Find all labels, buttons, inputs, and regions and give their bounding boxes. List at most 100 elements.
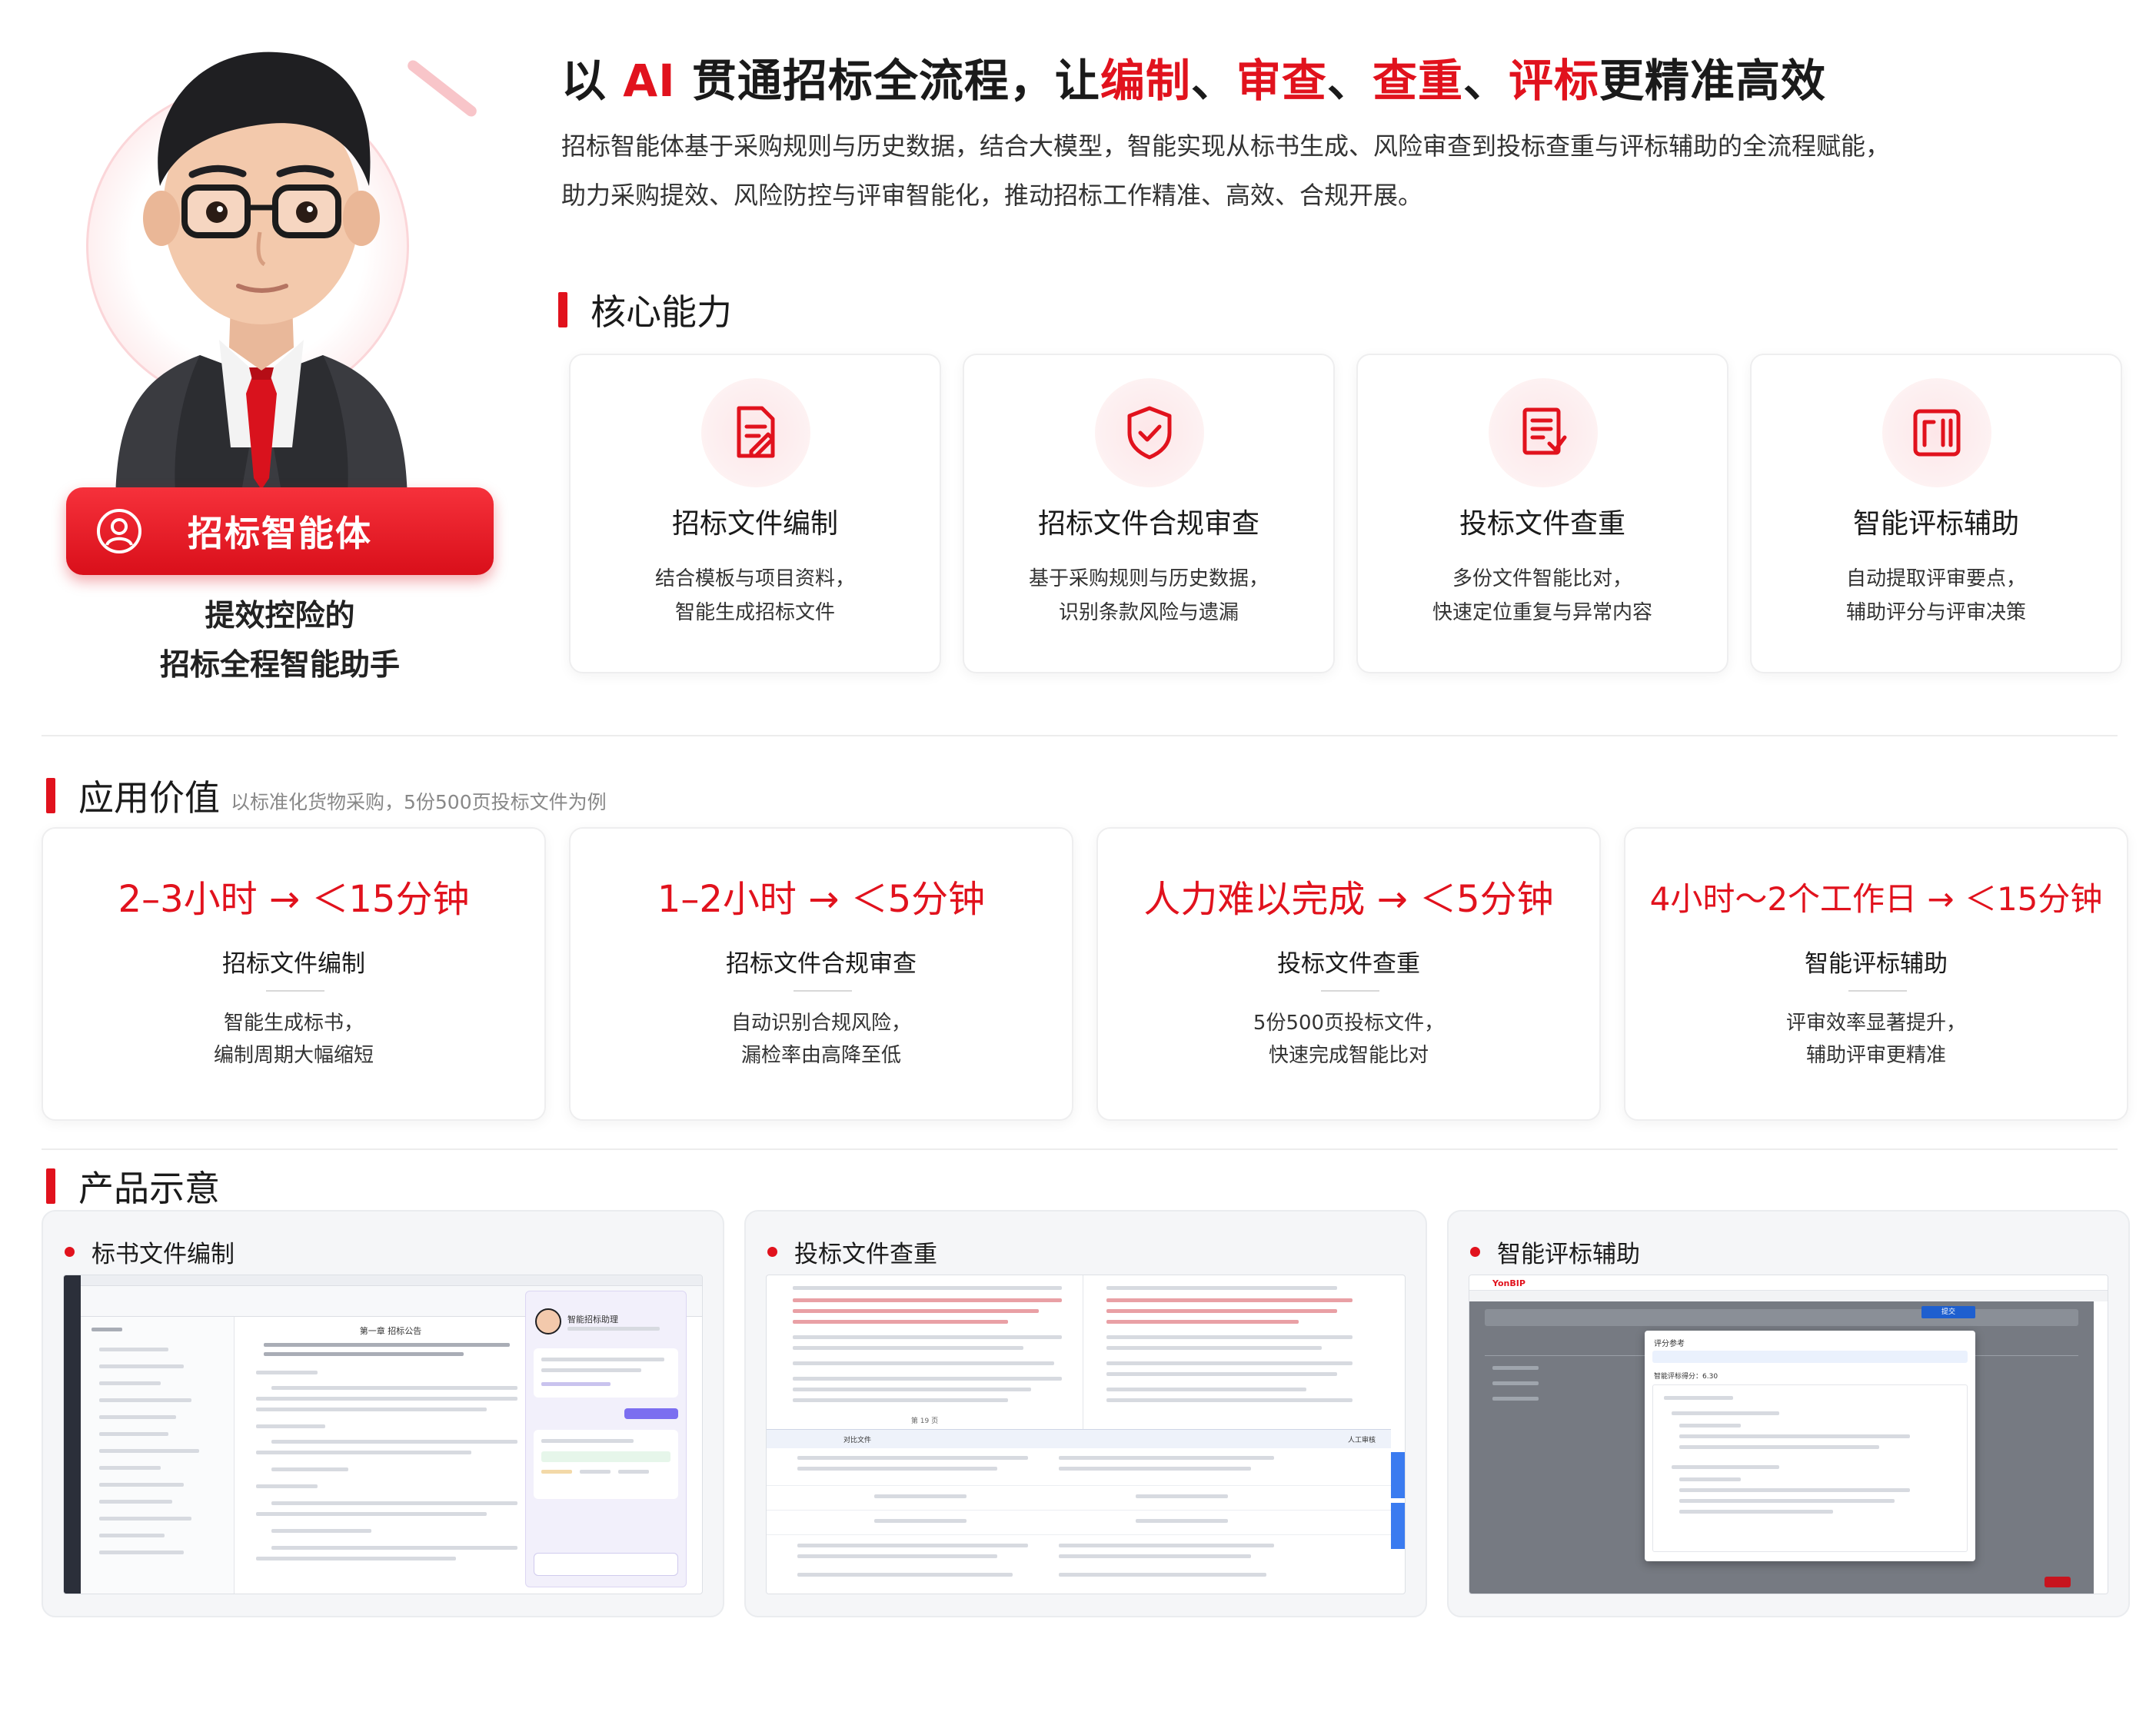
product-card-header: 标书文件编制 xyxy=(65,1235,235,1269)
capability-desc: 多份文件智能比对， xyxy=(1452,567,1632,590)
assistant-result xyxy=(534,1430,678,1499)
core-section-header: 核心能力 xyxy=(558,284,732,335)
agent-badge-label: 招标智能体 xyxy=(188,513,372,554)
doc-heading: 第一章 招标公告 xyxy=(359,1326,422,1336)
value-card-evaluation: 4小时～2个工作日 → ＜15分钟 智能评标辅助 评审效率显著提升， 辅助评审更… xyxy=(1624,827,2128,1121)
value-section-title: 应用价值 xyxy=(78,777,220,819)
right-rail xyxy=(2094,1301,2108,1594)
value-rule xyxy=(794,990,852,992)
app-header: YonBIP xyxy=(1469,1275,2108,1291)
assistant-panel: 智能招标助理 xyxy=(525,1291,687,1587)
value-name: 投标文件查重 xyxy=(1277,950,1420,978)
capability-desc: 快速定位重复与异常内容 xyxy=(1432,601,1652,624)
hero-title-seg: 查重 xyxy=(1372,55,1463,107)
value-desc: 自动识别合规风险， xyxy=(730,1012,911,1035)
value-card-duplicate-check: 人力难以完成 → ＜5分钟 投标文件查重 5份500页投标文件， 快速完成智能比… xyxy=(1096,827,1601,1121)
value-name: 智能评标辅助 xyxy=(1805,950,1948,978)
value-desc: 5份500页投标文件， xyxy=(1253,1012,1445,1035)
table-header-right: 人工审核 xyxy=(1347,1437,1376,1444)
agent-tagline-line1: 提效控险的 xyxy=(205,599,355,633)
hero-title-seg: AI xyxy=(623,55,676,107)
value-desc: 编制周期大幅缩短 xyxy=(213,1044,374,1067)
bullet-dot xyxy=(767,1247,777,1257)
product-card-title: 投标文件查重 xyxy=(794,1241,937,1268)
editor-titlebar xyxy=(81,1275,702,1286)
value-card-compliance: 1–2小时 → ＜5分钟 招标文件合规审查 自动识别合规风险， 漏检率由高降至低 xyxy=(569,827,1073,1121)
section-accent-bar xyxy=(46,1168,55,1204)
value-metric: 人力难以完成 → ＜5分钟 xyxy=(1143,878,1554,921)
capability-desc: 基于采购规则与历史数据， xyxy=(1028,567,1269,590)
document-edit-icon xyxy=(737,406,775,458)
editor-screenshot: 第一章 招标公告 智能招标助理 xyxy=(63,1275,703,1594)
capability-desc: 自动提取评审要点， xyxy=(1845,567,2026,590)
capability-card-compliance[interactable]: 招标文件合规审查 基于采购规则与历史数据， 识别条款风险与遗漏 xyxy=(963,354,1335,673)
document-page: 第一章 招标公告 xyxy=(241,1317,541,1594)
value-desc: 评审效率显著提升， xyxy=(1785,1012,1966,1035)
product-card-duplicate[interactable]: 投标文件查重 第 19 页 对比文件 人工审核 xyxy=(744,1210,1427,1617)
page-indicator: 第 19 页 xyxy=(910,1418,939,1425)
table-header-left: 对比文件 xyxy=(843,1437,872,1444)
core-section-title: 核心能力 xyxy=(591,291,732,333)
value-rule xyxy=(1321,990,1379,992)
score-dialog: 评分参考 智能评标得分：6.30 xyxy=(1645,1331,1975,1561)
section-divider xyxy=(42,1148,2118,1150)
hero-title-seg: 、 xyxy=(1462,55,1509,107)
value-name: 招标文件合规审查 xyxy=(726,950,917,978)
agent-tagline: 提效控险的 招标全程智能助手 xyxy=(66,592,494,690)
hero-title-seg: 、 xyxy=(1190,55,1236,107)
capability-desc: 识别条款风险与遗漏 xyxy=(1058,601,1239,624)
agent-avatar xyxy=(115,52,408,509)
agent-tagline-line2: 招标全程智能助手 xyxy=(159,648,400,683)
capability-title: 投标文件查重 xyxy=(1459,508,1625,540)
value-rule xyxy=(1848,990,1907,992)
outline-panel xyxy=(81,1317,235,1594)
hero-title-seg: 、 xyxy=(1326,55,1372,107)
capability-card-duplicate-check[interactable]: 投标文件查重 多份文件智能比对， 快速定位重复与异常内容 xyxy=(1356,354,1728,673)
product-card-editor[interactable]: 标书文件编制 第一章 招标公告 智能招标助理 xyxy=(42,1210,724,1617)
bullet-dot xyxy=(65,1247,75,1257)
evaluation-screenshot: YonBIP 评分参考 智能评标得分：6.30 提交 xyxy=(1469,1275,2108,1594)
value-metric: 4小时～2个工作日 → ＜15分钟 xyxy=(1649,880,2103,918)
product-card-evaluation[interactable]: 智能评标辅助 YonBIP 评分参考 智能评标得分：6.30 提交 xyxy=(1447,1210,2130,1617)
product-card-title: 智能评标辅助 xyxy=(1497,1241,1640,1268)
capability-card-compile[interactable]: 招标文件编制 结合模板与项目资料， 智能生成招标文件 xyxy=(569,354,941,673)
value-card-compile: 2–3小时 → ＜15分钟 招标文件编制 智能生成标书， 编制周期大幅缩短 xyxy=(42,827,546,1121)
capability-icon-wrap xyxy=(1095,378,1204,487)
capability-desc: 辅助评分与评审决策 xyxy=(1845,601,2026,624)
value-metric: 2–3小时 → ＜15分钟 xyxy=(118,878,470,921)
assistant-message xyxy=(534,1348,678,1398)
comparison-table: 对比文件 人工审核 xyxy=(767,1429,1391,1594)
section-accent-bar xyxy=(46,778,55,813)
dialog-title: 评分参考 xyxy=(1654,1340,1685,1348)
product-card-header: 智能评标辅助 xyxy=(1470,1235,1640,1269)
hero-title-seg: 编制 xyxy=(1100,55,1191,107)
assistant-avatar xyxy=(535,1308,561,1334)
capability-card-evaluation[interactable]: 智能评标辅助 自动提取评审要点， 辅助评分与评审决策 xyxy=(1750,354,2122,673)
right-document xyxy=(1083,1275,1405,1429)
side-tab xyxy=(1391,1452,1405,1498)
value-desc: 漏检率由高降至低 xyxy=(740,1044,901,1067)
section-divider xyxy=(42,735,2118,736)
duplicate-screenshot: 第 19 页 对比文件 人工审核 xyxy=(766,1275,1406,1594)
hero-title-seg: 更精准高效 xyxy=(1599,55,1826,107)
value-metric: 1–2小时 → ＜5分钟 xyxy=(657,878,986,921)
value-desc: 辅助评审更精准 xyxy=(1805,1044,1946,1067)
hero-title-seg: 审查 xyxy=(1236,55,1327,107)
value-section-note: 以标准化货物采购，5份500页投标文件为例 xyxy=(231,791,607,813)
review-panel-icon xyxy=(1913,409,1961,457)
value-desc: 智能生成标书， xyxy=(223,1012,364,1035)
assistant-input xyxy=(534,1553,678,1576)
tab-strip xyxy=(1469,1291,2108,1301)
assistant-name: 智能招标助理 xyxy=(567,1315,618,1324)
dialog-score: 智能评标得分：6.30 xyxy=(1654,1373,1718,1381)
product-section-title: 产品示意 xyxy=(78,1168,220,1209)
assistant-user-bubble xyxy=(624,1408,678,1419)
user-icon xyxy=(97,509,141,553)
section-accent-bar xyxy=(558,292,567,327)
hero-title-seg: 以 xyxy=(561,55,624,107)
brand-label: YonBIP xyxy=(1492,1278,1526,1288)
value-name: 招标文件编制 xyxy=(222,950,365,978)
hero-desc-line2: 助力采购提效、风险防控与评审智能化，推动招标工作精准、高效、合规开展。 xyxy=(561,181,1423,210)
agent-badge: 招标智能体 xyxy=(66,487,494,575)
capability-title: 招标文件合规审查 xyxy=(1037,508,1259,540)
